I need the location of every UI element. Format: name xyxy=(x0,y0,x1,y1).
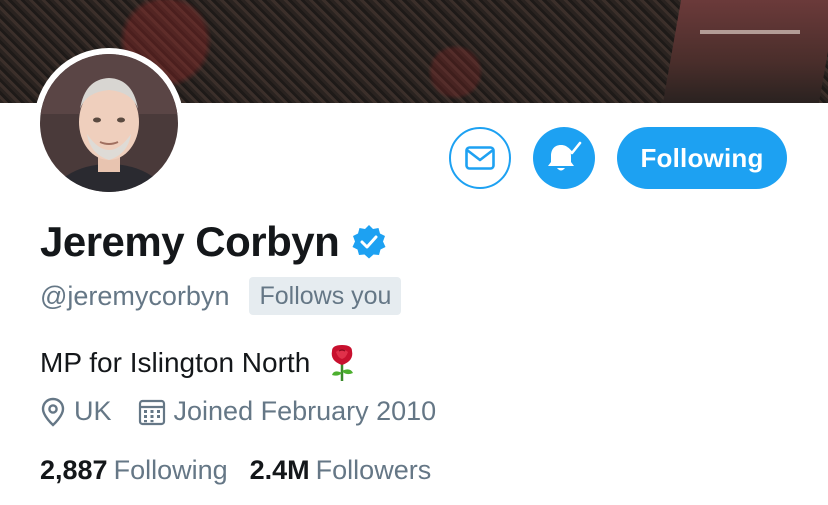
profile-meta: UK Joined February 2010 xyxy=(40,396,462,427)
following-button[interactable]: Following xyxy=(617,127,787,189)
joined-text: Joined February 2010 xyxy=(173,396,437,426)
banner-stage xyxy=(662,0,828,103)
followers-count: 2.4M xyxy=(249,455,310,485)
envelope-icon xyxy=(465,146,495,170)
joined-item: Joined February 2010 xyxy=(138,396,437,427)
profile-stats: 2,887 Following 2.4M Followers xyxy=(40,455,453,486)
avatar[interactable] xyxy=(34,48,184,198)
handle-row: @jeremycorbyn Follows you xyxy=(40,277,402,315)
bell-check-icon xyxy=(548,141,582,171)
location-pin-icon xyxy=(41,397,65,427)
name-row: Jeremy Corbyn xyxy=(40,218,387,266)
location-item: UK xyxy=(40,396,112,427)
avatar-photo xyxy=(40,54,178,192)
following-stat-label: Following xyxy=(113,455,228,485)
followers-stat-label: Followers xyxy=(315,455,432,485)
banner-stage-edge xyxy=(700,30,800,34)
follows-you-badge: Follows you xyxy=(249,277,402,315)
message-button[interactable] xyxy=(449,127,511,189)
location-text: UK xyxy=(74,396,112,426)
followers-stat-link[interactable]: 2.4M Followers xyxy=(250,455,432,486)
bio: MP for Islington North xyxy=(40,343,360,383)
following-stat-link[interactable]: 2,887 Following xyxy=(40,455,228,486)
verified-badge-icon xyxy=(352,225,386,259)
bio-text: MP for Islington North xyxy=(40,347,311,378)
calendar-icon xyxy=(138,399,165,425)
following-count: 2,887 xyxy=(40,455,108,485)
user-handle: @jeremycorbyn xyxy=(40,280,230,311)
display-name: Jeremy Corbyn xyxy=(40,218,340,265)
rose-icon xyxy=(331,345,354,381)
notifications-button[interactable] xyxy=(533,127,595,189)
